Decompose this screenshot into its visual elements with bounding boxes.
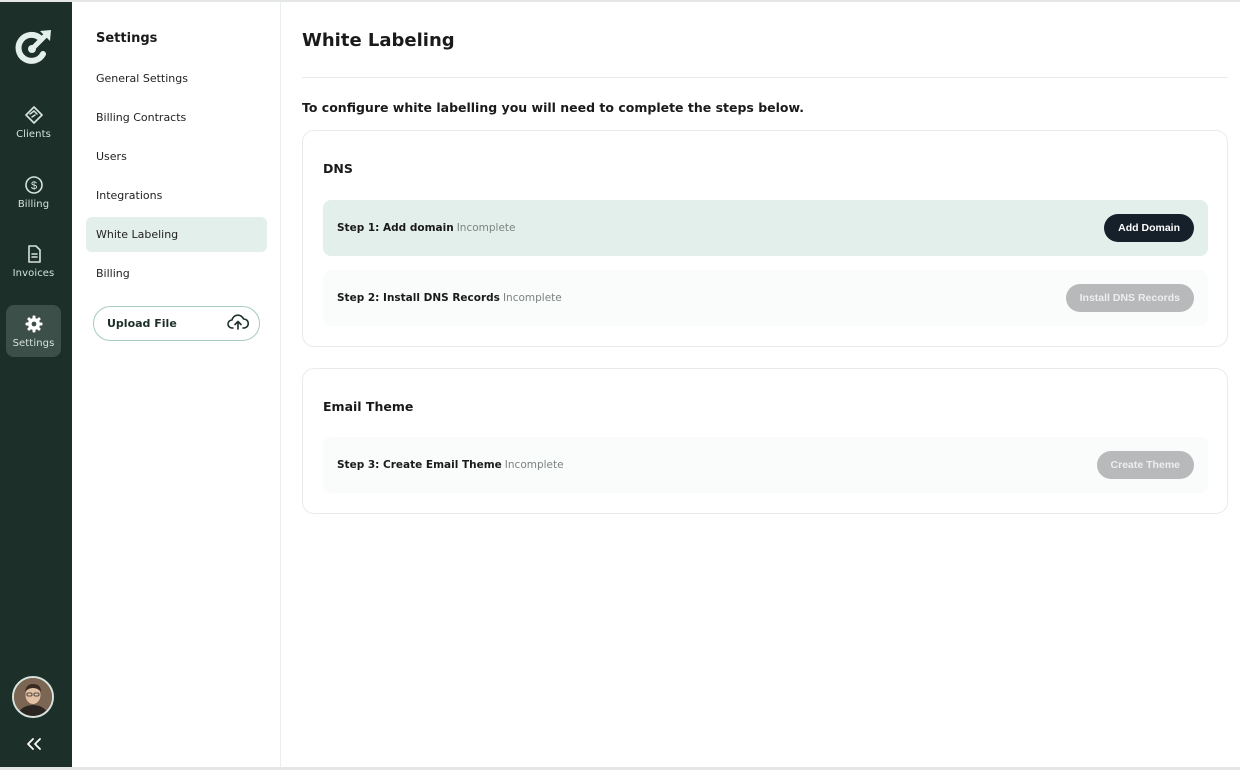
step-create-email-theme: Step 3: Create Email Theme Incomplete Cre…: [323, 437, 1208, 493]
rail-item-label: Billing: [17, 198, 50, 210]
nav-item-integrations[interactable]: Integrations: [86, 178, 267, 213]
nav-item-billing-contracts[interactable]: Billing Contracts: [86, 100, 267, 135]
title-divider: [302, 77, 1228, 78]
create-theme-button: Create Theme: [1096, 451, 1194, 479]
step-status: Incomplete: [502, 292, 562, 304]
nav-item-label: Integrations: [96, 189, 163, 202]
nav-item-label: White Labeling: [96, 228, 179, 241]
rail-item-label: Settings: [12, 337, 55, 349]
rail-item-invoices[interactable]: Invoices: [6, 235, 61, 287]
step-name: Step 2: Install DNS Records: [337, 292, 500, 304]
step-status: Incomplete: [504, 459, 564, 471]
email-theme-card: Email Theme Step 3: Create Email Theme In…: [302, 368, 1228, 514]
svg-text:$: $: [30, 180, 36, 192]
nav-item-users[interactable]: Users: [86, 139, 267, 174]
nav-item-white-labeling[interactable]: White Labeling: [86, 217, 267, 252]
install-dns-records-button: Install DNS Records: [1065, 284, 1194, 312]
nav-item-label: Billing Contracts: [96, 111, 187, 124]
nav-item-billing[interactable]: Billing: [86, 256, 267, 291]
gear-icon: [24, 314, 44, 334]
main-content: White Labeling To configure white labell…: [281, 2, 1240, 767]
rail-item-label: Clients: [16, 128, 51, 140]
upload-file-label: Upload File: [107, 317, 177, 330]
dns-card-title: DNS: [323, 161, 353, 176]
upload-file-button[interactable]: Upload File: [93, 306, 260, 341]
nav-item-label: General Settings: [96, 72, 188, 85]
handshake-icon: [24, 105, 44, 125]
user-avatar[interactable]: [12, 676, 54, 718]
dns-card: DNS Step 1: Add domain Incomplete Add Dom…: [302, 130, 1228, 347]
rail-item-billing[interactable]: $ Billing: [6, 166, 61, 218]
page-title: White Labeling: [302, 30, 455, 51]
step-install-dns-records: Step 2: Install DNS Records Incomplete In…: [323, 270, 1208, 326]
nav-item-label: Users: [96, 150, 127, 163]
step-name: Step 3: Create Email Theme: [337, 459, 502, 471]
rail-item-label: Invoices: [12, 267, 55, 279]
step-name: Step 1: Add domain: [337, 222, 454, 234]
settings-sidebar: Settings General Settings Billing Contra…: [72, 2, 281, 767]
collapse-sidebar-icon[interactable]: [24, 734, 44, 754]
cloud-upload-icon: [227, 313, 250, 334]
add-domain-button[interactable]: Add Domain: [1104, 214, 1194, 242]
step-status: Incomplete: [456, 222, 516, 234]
rail-item-clients[interactable]: Clients: [6, 96, 61, 148]
brand-logo[interactable]: [10, 24, 56, 70]
email-theme-card-title: Email Theme: [323, 399, 414, 414]
intro-text: To configure white labelling you will ne…: [302, 100, 805, 115]
rail-item-settings[interactable]: Settings: [6, 305, 61, 357]
settings-title: Settings: [96, 31, 158, 46]
document-icon: [24, 244, 44, 264]
step-add-domain: Step 1: Add domain Incomplete Add Domain: [323, 200, 1208, 256]
nav-item-label: Billing: [96, 267, 130, 280]
dollar-circle-icon: $: [24, 175, 44, 195]
app-rail: Clients $ Billing Invoices Settings: [0, 2, 72, 767]
nav-item-general-settings[interactable]: General Settings: [86, 61, 267, 96]
